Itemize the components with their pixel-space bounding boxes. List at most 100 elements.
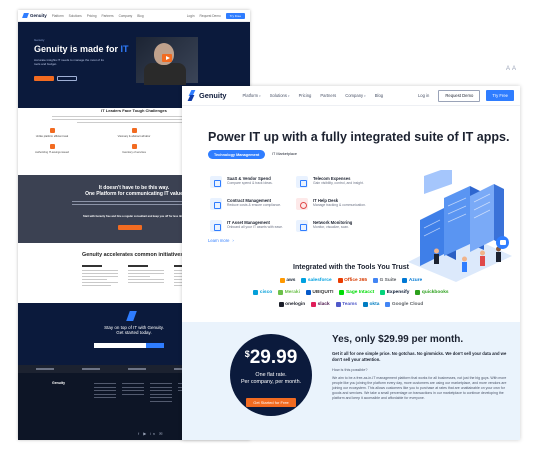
brand-name: slack [317, 302, 330, 307]
back-nav-solutions[interactable]: Solutions [69, 14, 82, 18]
saas-icon [210, 176, 222, 188]
brand-name: Teams [342, 302, 357, 307]
pricing-section: $29.99 One flat rate. Per company, per m… [182, 322, 520, 440]
feature-contract-management[interactable]: Contract Management Reduce costs & ensure… [210, 198, 281, 210]
login-link[interactable]: Log in [418, 93, 429, 98]
genuity-logo[interactable]: Genuity [188, 90, 227, 101]
integration-logos-row: aws salesforce Office 365 G Suite Azure [182, 278, 520, 283]
brand-mark-icon [337, 278, 343, 283]
back-nav-bar: Genuity Platform Solutions Pricing Partn… [18, 10, 250, 22]
pricing-title: Yes, only $29.99 per month. [332, 334, 464, 345]
brand-mark-icon [339, 290, 345, 295]
tab-it-marketplace[interactable]: IT Marketplace [272, 152, 297, 156]
top-nav-bar: Genuity Platform ▾ Solutions ▾ Pricing Par… [182, 86, 520, 106]
back-nav-login[interactable]: Login [187, 14, 195, 18]
back-nav-demo[interactable]: Request Demo [200, 14, 221, 18]
feature-saas-spend[interactable]: SaaS & Vendor Spend Compare spend & track… [210, 176, 273, 188]
brand-name: aws [286, 278, 296, 283]
try-free-button[interactable]: Try Free [486, 90, 514, 101]
back-hero-subtitle: Accurate insights IT needs to manage the… [34, 58, 104, 66]
nav-solutions[interactable]: Solutions ▾ [270, 93, 290, 98]
price-line-1: One flat rate. [255, 372, 287, 378]
price-line-2: Per company, per month. [240, 379, 302, 385]
genuity-logo-icon [126, 311, 137, 321]
feature-it-help-desk[interactable]: IT Help Desk Manage tracking & communicat… [296, 198, 366, 210]
back-hero-video[interactable] [136, 37, 198, 85]
pricing-body: We aim to be a free-as-in-IT management … [332, 376, 507, 400]
brand-name: Meraki [284, 290, 300, 295]
brand-name: Office 365 [344, 278, 368, 283]
play-icon[interactable] [162, 54, 172, 62]
back-band-text [72, 201, 196, 207]
brand-name: quickbooks [421, 290, 449, 295]
brand-mark-icon [278, 302, 284, 307]
brand-mark-icon [402, 278, 408, 283]
nav-company[interactable]: Company ▾ [345, 93, 366, 98]
tab-technology-management[interactable]: Technology Management [208, 150, 266, 159]
genuity-logo-icon [188, 90, 196, 101]
floating-panel [424, 170, 452, 194]
request-demo-button[interactable]: Request Demo [438, 89, 481, 102]
nav-platform[interactable]: Platform ▾ [243, 93, 261, 98]
asset-icon [210, 220, 222, 232]
back-initiatives-title: Genuity accelerates common initiatives f… [82, 252, 199, 258]
brand-name: Google Cloud [391, 302, 424, 307]
brand-mark-icon [415, 290, 421, 295]
back-hero-eyebrow: Genuity [34, 38, 45, 42]
back-nav-pricing[interactable]: Pricing [87, 14, 97, 18]
brand-mark-icon [373, 278, 379, 283]
back-nav-platform[interactable]: Platform [52, 14, 64, 18]
brand-mark-icon [385, 302, 391, 307]
back-footer-logo[interactable]: Genuity [52, 381, 65, 385]
back-cta-submit-button[interactable] [146, 343, 164, 348]
learn-more-link[interactable]: Learn more › [208, 238, 234, 243]
get-started-free-button[interactable]: Get Started for Free [246, 398, 296, 407]
back-hero-secondary-button[interactable] [57, 76, 77, 81]
nav-pricing[interactable]: Pricing [299, 93, 312, 98]
nav-partners[interactable]: Partners [320, 93, 336, 98]
brand-mark-icon [335, 302, 341, 307]
integration-logo-g-suite: G Suite [373, 278, 396, 283]
back-footer-social-icons[interactable]: f ▶ in ✉ [138, 431, 164, 436]
network-icon [296, 220, 308, 232]
back-band-button[interactable] [118, 225, 142, 230]
loading-indicator: A A [506, 66, 517, 72]
foreground-page-screenshot: Genuity Platform ▾ Solutions ▾ Pricing Par… [182, 86, 520, 440]
integration-logo-teams: Teams [335, 302, 357, 307]
back-feature: Inventory of services [108, 144, 160, 154]
back-hero-primary-button[interactable] [34, 76, 54, 81]
brand-mark-icon [311, 302, 317, 307]
back-nav-try-button[interactable]: Try Free [225, 12, 245, 19]
integration-logo-onelogin: onelogin [278, 302, 305, 307]
nav-blog[interactable]: Blog [375, 93, 383, 98]
back-hero-title-accent: IT [120, 44, 129, 54]
pricing-question: How is this possible? [332, 368, 368, 372]
integration-logo-slack: slack [311, 302, 330, 307]
back-cta-email-input[interactable] [94, 343, 146, 348]
integration-logo-office-365: Office 365 [337, 278, 368, 283]
brand-mark-icon [279, 278, 285, 283]
pricing-subtitle: Get it all for one simple price. No gotc… [332, 351, 507, 362]
back-nav-company[interactable]: Company [119, 14, 133, 18]
back-logo[interactable]: Genuity [22, 13, 47, 18]
server-rack [470, 184, 494, 252]
back-nav-blog[interactable]: Blog [137, 14, 143, 18]
feature-it-asset-management[interactable]: IT Asset Management Onboard all your IT a… [210, 220, 283, 232]
hero-title: Power IT up with a fully integrated suit… [208, 130, 510, 144]
integration-logo-okta: okta [363, 302, 379, 307]
brand-mark-icon [380, 290, 386, 295]
chevron-down-icon: ▾ [259, 93, 261, 98]
feature-telecom-expenses[interactable]: Telecom Expenses Gain visibility, control… [296, 176, 364, 188]
back-hero-title: Genuity is made for IT [34, 44, 129, 54]
contract-icon [210, 198, 222, 210]
back-nav-partners[interactable]: Partners [102, 14, 114, 18]
integration-logo-quickbooks: quickbooks [415, 290, 449, 295]
feature-network-monitoring[interactable]: Network Monitoring Monitor, visualize, sc… [296, 220, 352, 232]
logo-text: Genuity [199, 91, 227, 100]
back-feature: Authorizing IT-savings issued [26, 144, 78, 154]
brand-mark-icon [363, 302, 368, 307]
feature-icon [49, 128, 55, 133]
telecom-icon [296, 176, 308, 188]
brand-name: Azure [408, 278, 423, 283]
chat-widget-icon[interactable] [496, 236, 509, 249]
